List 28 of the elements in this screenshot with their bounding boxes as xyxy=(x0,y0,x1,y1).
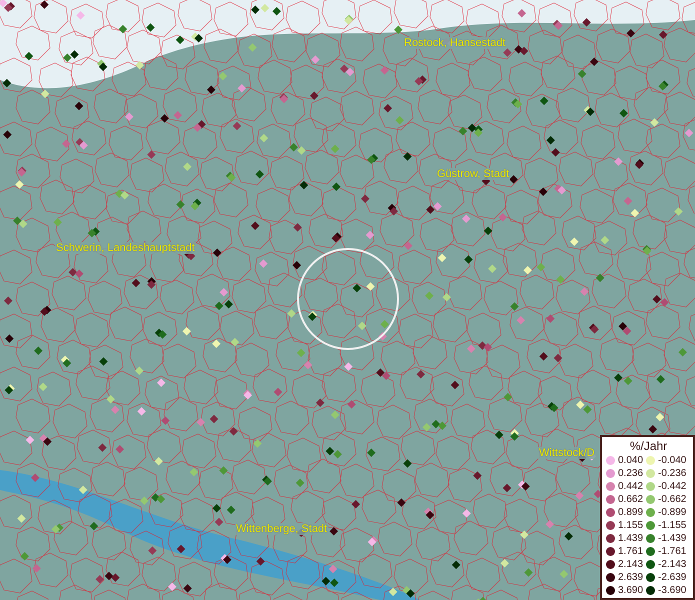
legend-label: 3.690 xyxy=(618,585,644,596)
legend-label: -0.662 xyxy=(658,494,686,505)
place-label: Schwerin, Landeshauptstadt xyxy=(55,242,196,254)
legend-label: -0.236 xyxy=(658,468,686,479)
place-label: Wittenberge, Stadt xyxy=(235,523,328,535)
legend-label: 0.236 xyxy=(618,468,644,479)
legend-label: -1.155 xyxy=(658,520,686,531)
legend-label: -0.899 xyxy=(658,507,686,518)
legend-label: 1.761 xyxy=(618,546,644,557)
place-label: Wittstock/D xyxy=(538,447,596,459)
legend-label: 0.899 xyxy=(618,507,644,518)
legend-label: 0.040 xyxy=(618,455,644,466)
place-label: Rostock, Hansestadt xyxy=(403,37,506,49)
legend-title: %/Jahr xyxy=(628,439,668,453)
legend-label: 2.143 xyxy=(618,559,644,570)
legend-label: 1.439 xyxy=(618,533,644,544)
legend-label: -2.143 xyxy=(658,559,686,570)
place-label: Güstrow, Stadt xyxy=(436,168,510,180)
legend-label: -3.690 xyxy=(658,585,686,596)
legend-label: -0.442 xyxy=(658,481,686,492)
legend-label: -1.439 xyxy=(658,533,686,544)
legend-label: 0.442 xyxy=(618,481,644,492)
legend-label: -1.761 xyxy=(658,546,686,557)
legend-label: 1.155 xyxy=(618,520,644,531)
legend-label: 0.662 xyxy=(618,494,644,505)
legend-label: -2.639 xyxy=(658,572,686,583)
legend-label: 2.639 xyxy=(618,572,644,583)
legend-label: -0.040 xyxy=(658,455,686,466)
